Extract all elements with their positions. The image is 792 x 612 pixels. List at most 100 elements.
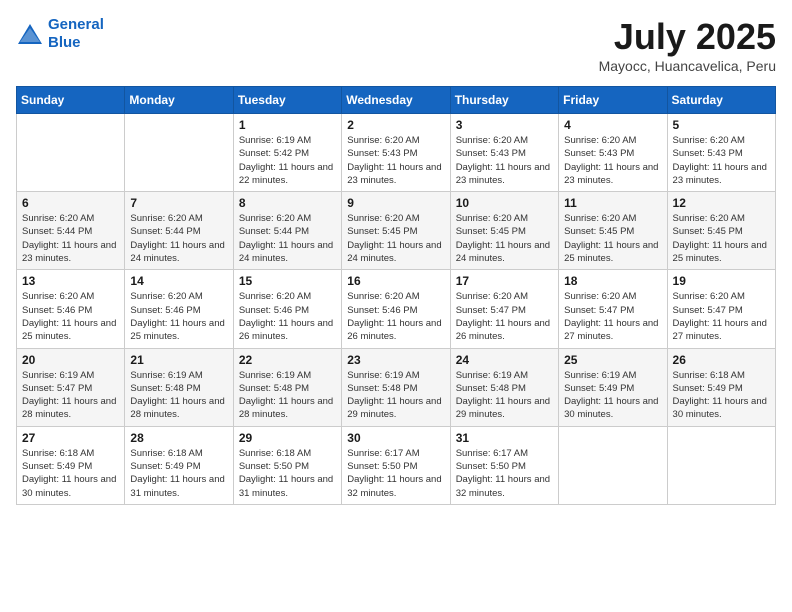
cell-day-number: 26 bbox=[673, 353, 770, 367]
cell-info-text: Sunrise: 6:20 AM Sunset: 5:44 PM Dayligh… bbox=[22, 212, 119, 265]
calendar-cell: 17Sunrise: 6:20 AM Sunset: 5:47 PM Dayli… bbox=[450, 270, 558, 348]
cell-info-text: Sunrise: 6:19 AM Sunset: 5:49 PM Dayligh… bbox=[564, 369, 661, 422]
cell-info-text: Sunrise: 6:20 AM Sunset: 5:45 PM Dayligh… bbox=[456, 212, 553, 265]
cell-info-text: Sunrise: 6:20 AM Sunset: 5:43 PM Dayligh… bbox=[673, 134, 770, 187]
calendar-cell: 25 Sunrise: 6:19 AM Sunset: 5:49 PM Dayli… bbox=[559, 348, 667, 426]
cell-day-number: 6 bbox=[22, 196, 119, 210]
calendar-cell: 7Sunrise: 6:20 AM Sunset: 5:44 PM Daylig… bbox=[125, 192, 233, 270]
cell-day-number: 31 bbox=[456, 431, 553, 445]
cell-day-number: 19 bbox=[673, 274, 770, 288]
cell-day-number: 8 bbox=[239, 196, 336, 210]
calendar-week-2: 6 Sunrise: 6:20 AM Sunset: 5:44 PM Daylig… bbox=[17, 192, 776, 270]
cell-day-number: 9 bbox=[347, 196, 444, 210]
cell-info-text: Sunrise: 6:19 AM Sunset: 5:48 PM Dayligh… bbox=[456, 369, 553, 422]
calendar-week-3: 13 Sunrise: 6:20 AM Sunset: 5:46 PM Dayli… bbox=[17, 270, 776, 348]
calendar-cell: 22 Sunrise: 6:19 AM Sunset: 5:48 PM Dayli… bbox=[233, 348, 341, 426]
weekday-header-monday: Monday bbox=[125, 87, 233, 114]
cell-day-number: 20 bbox=[22, 353, 119, 367]
logo-general: General bbox=[48, 16, 104, 33]
logo-icon bbox=[16, 22, 44, 46]
calendar-cell bbox=[667, 426, 775, 504]
calendar-cell: 6 Sunrise: 6:20 AM Sunset: 5:44 PM Daylig… bbox=[17, 192, 125, 270]
cell-info-text: Sunrise: 6:20 AM Sunset: 5:46 PM Dayligh… bbox=[22, 290, 119, 343]
calendar-cell: 19 Sunrise: 6:20 AM Sunset: 5:47 PM Dayli… bbox=[667, 270, 775, 348]
cell-info-text: Sunrise: 6:20 AM Sunset: 5:47 PM Dayligh… bbox=[564, 290, 661, 343]
calendar-cell bbox=[125, 114, 233, 192]
cell-info-text: Sunrise: 6:20 AM Sunset: 5:46 PM Dayligh… bbox=[347, 290, 444, 343]
cell-info-text: Sunrise: 6:20 AM Sunset: 5:47 PM Dayligh… bbox=[673, 290, 770, 343]
cell-info-text: Sunrise: 6:17 AM Sunset: 5:50 PM Dayligh… bbox=[347, 447, 444, 500]
weekday-header-sunday: Sunday bbox=[17, 87, 125, 114]
cell-day-number: 27 bbox=[22, 431, 119, 445]
calendar-cell: 16 Sunrise: 6:20 AM Sunset: 5:46 PM Dayli… bbox=[342, 270, 450, 348]
cell-day-number: 30 bbox=[347, 431, 444, 445]
calendar-cell: 15Sunrise: 6:20 AM Sunset: 5:46 PM Dayli… bbox=[233, 270, 341, 348]
calendar-cell: 2 Sunrise: 6:20 AM Sunset: 5:43 PM Daylig… bbox=[342, 114, 450, 192]
calendar-cell: 30 Sunrise: 6:17 AM Sunset: 5:50 PM Dayli… bbox=[342, 426, 450, 504]
cell-info-text: Sunrise: 6:19 AM Sunset: 5:47 PM Dayligh… bbox=[22, 369, 119, 422]
calendar-cell: 21Sunrise: 6:19 AM Sunset: 5:48 PM Dayli… bbox=[125, 348, 233, 426]
calendar-cell: 18Sunrise: 6:20 AM Sunset: 5:47 PM Dayli… bbox=[559, 270, 667, 348]
cell-info-text: Sunrise: 6:20 AM Sunset: 5:43 PM Dayligh… bbox=[456, 134, 553, 187]
calendar-cell: 28 Sunrise: 6:18 AM Sunset: 5:49 PM Dayli… bbox=[125, 426, 233, 504]
calendar-week-4: 20 Sunrise: 6:19 AM Sunset: 5:47 PM Dayli… bbox=[17, 348, 776, 426]
cell-info-text: Sunrise: 6:20 AM Sunset: 5:43 PM Dayligh… bbox=[347, 134, 444, 187]
calendar-cell: 12Sunrise: 6:20 AM Sunset: 5:45 PM Dayli… bbox=[667, 192, 775, 270]
cell-day-number: 24 bbox=[456, 353, 553, 367]
cell-day-number: 1 bbox=[239, 118, 336, 132]
logo: General Blue bbox=[16, 16, 104, 52]
calendar-cell bbox=[559, 426, 667, 504]
calendar-cell: 11 Sunrise: 6:20 AM Sunset: 5:45 PM Dayli… bbox=[559, 192, 667, 270]
calendar-cell: 5 Sunrise: 6:20 AM Sunset: 5:43 PM Daylig… bbox=[667, 114, 775, 192]
cell-day-number: 15 bbox=[239, 274, 336, 288]
cell-day-number: 16 bbox=[347, 274, 444, 288]
cell-day-number: 22 bbox=[239, 353, 336, 367]
cell-info-text: Sunrise: 6:19 AM Sunset: 5:48 PM Dayligh… bbox=[347, 369, 444, 422]
cell-day-number: 13 bbox=[22, 274, 119, 288]
calendar-cell: 27Sunrise: 6:18 AM Sunset: 5:49 PM Dayli… bbox=[17, 426, 125, 504]
cell-info-text: Sunrise: 6:17 AM Sunset: 5:50 PM Dayligh… bbox=[456, 447, 553, 500]
cell-info-text: Sunrise: 6:20 AM Sunset: 5:45 PM Dayligh… bbox=[564, 212, 661, 265]
cell-day-number: 10 bbox=[456, 196, 553, 210]
calendar-cell: 8Sunrise: 6:20 AM Sunset: 5:44 PM Daylig… bbox=[233, 192, 341, 270]
cell-day-number: 4 bbox=[564, 118, 661, 132]
page-header: General Blue July 2025 Mayocc, Huancavel… bbox=[16, 16, 776, 74]
weekday-header-wednesday: Wednesday bbox=[342, 87, 450, 114]
calendar-cell: 4 Sunrise: 6:20 AM Sunset: 5:43 PM Daylig… bbox=[559, 114, 667, 192]
cell-day-number: 28 bbox=[130, 431, 227, 445]
cell-info-text: Sunrise: 6:20 AM Sunset: 5:45 PM Dayligh… bbox=[347, 212, 444, 265]
cell-info-text: Sunrise: 6:18 AM Sunset: 5:50 PM Dayligh… bbox=[239, 447, 336, 500]
calendar-cell: 9 Sunrise: 6:20 AM Sunset: 5:45 PM Daylig… bbox=[342, 192, 450, 270]
cell-day-number: 3 bbox=[456, 118, 553, 132]
calendar-cell: 26 Sunrise: 6:18 AM Sunset: 5:49 PM Dayli… bbox=[667, 348, 775, 426]
calendar-cell: 20 Sunrise: 6:19 AM Sunset: 5:47 PM Dayli… bbox=[17, 348, 125, 426]
cell-day-number: 29 bbox=[239, 431, 336, 445]
cell-info-text: Sunrise: 6:20 AM Sunset: 5:46 PM Dayligh… bbox=[130, 290, 227, 343]
cell-info-text: Sunrise: 6:19 AM Sunset: 5:48 PM Dayligh… bbox=[239, 369, 336, 422]
cell-day-number: 11 bbox=[564, 196, 661, 210]
calendar-cell: 10 Sunrise: 6:20 AM Sunset: 5:45 PM Dayli… bbox=[450, 192, 558, 270]
calendar-cell: 24 Sunrise: 6:19 AM Sunset: 5:48 PM Dayli… bbox=[450, 348, 558, 426]
calendar-cell: 29 Sunrise: 6:18 AM Sunset: 5:50 PM Dayli… bbox=[233, 426, 341, 504]
cell-info-text: Sunrise: 6:18 AM Sunset: 5:49 PM Dayligh… bbox=[673, 369, 770, 422]
calendar-title: July 2025 bbox=[599, 16, 776, 58]
cell-info-text: Sunrise: 6:20 AM Sunset: 5:43 PM Dayligh… bbox=[564, 134, 661, 187]
logo-blue: Blue bbox=[48, 34, 81, 51]
weekday-header-saturday: Saturday bbox=[667, 87, 775, 114]
cell-day-number: 2 bbox=[347, 118, 444, 132]
cell-day-number: 12 bbox=[673, 196, 770, 210]
calendar-location: Mayocc, Huancavelica, Peru bbox=[599, 58, 776, 74]
calendar-cell: 23Sunrise: 6:19 AM Sunset: 5:48 PM Dayli… bbox=[342, 348, 450, 426]
cell-info-text: Sunrise: 6:18 AM Sunset: 5:49 PM Dayligh… bbox=[130, 447, 227, 500]
calendar-week-1: 1Sunrise: 6:19 AM Sunset: 5:42 PM Daylig… bbox=[17, 114, 776, 192]
calendar-cell: 14Sunrise: 6:20 AM Sunset: 5:46 PM Dayli… bbox=[125, 270, 233, 348]
calendar-cell: 3 Sunrise: 6:20 AM Sunset: 5:43 PM Daylig… bbox=[450, 114, 558, 192]
cell-day-number: 25 bbox=[564, 353, 661, 367]
cell-day-number: 17 bbox=[456, 274, 553, 288]
weekday-header-thursday: Thursday bbox=[450, 87, 558, 114]
cell-day-number: 7 bbox=[130, 196, 227, 210]
calendar-cell: 31 Sunrise: 6:17 AM Sunset: 5:50 PM Dayli… bbox=[450, 426, 558, 504]
calendar-cell: 1Sunrise: 6:19 AM Sunset: 5:42 PM Daylig… bbox=[233, 114, 341, 192]
cell-day-number: 5 bbox=[673, 118, 770, 132]
title-block: July 2025 Mayocc, Huancavelica, Peru bbox=[599, 16, 776, 74]
